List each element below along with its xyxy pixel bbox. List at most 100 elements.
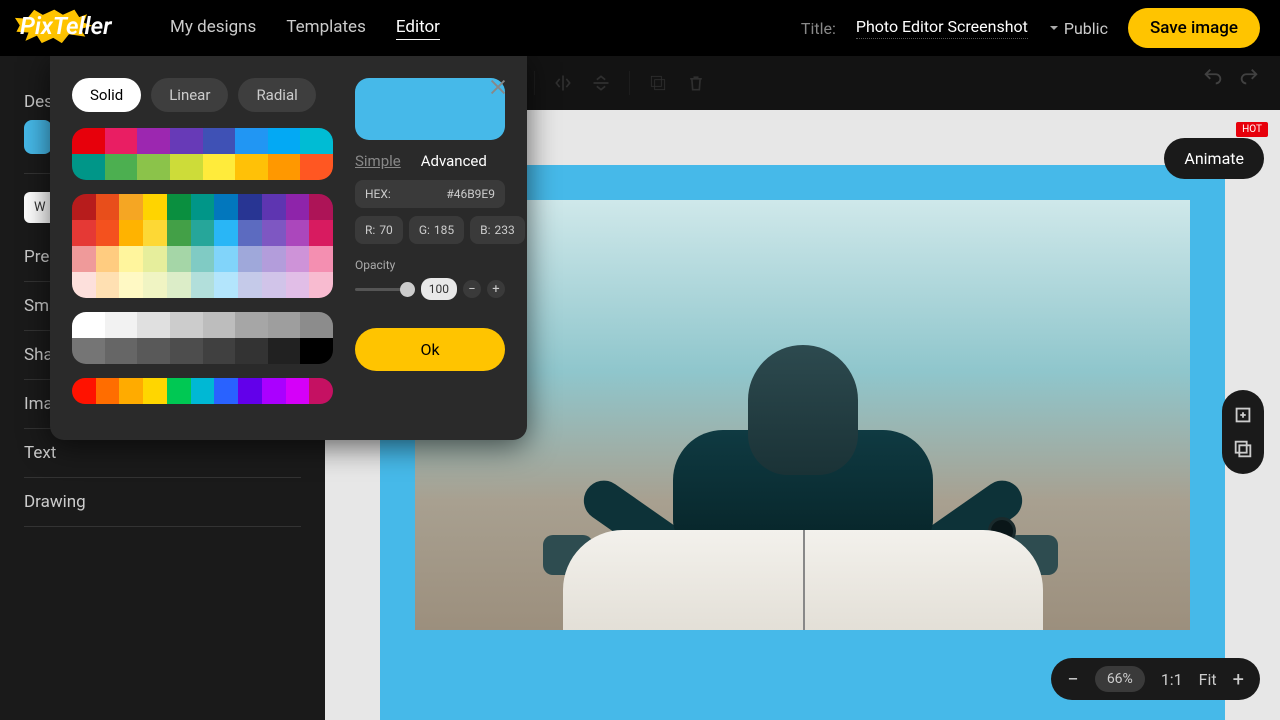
swatch[interactable] [143,378,167,404]
opacity-value[interactable]: 100 [421,278,457,300]
mode-solid[interactable]: Solid [72,78,141,112]
swatch[interactable] [214,378,238,404]
zoom-percent[interactable]: 66% [1095,666,1145,692]
swatch[interactable] [214,194,238,220]
swatch[interactable] [203,128,236,154]
tab-simple[interactable]: Simple [355,152,401,170]
swatch[interactable] [191,246,215,272]
swatch[interactable] [72,246,96,272]
swatch[interactable] [235,128,268,154]
swatch[interactable] [119,194,143,220]
redo-canvas-icon[interactable] [1238,66,1260,88]
swatch[interactable] [191,220,215,246]
swatch[interactable] [309,194,333,220]
swatch[interactable] [72,272,96,298]
swatch[interactable] [235,338,268,364]
hex-field[interactable]: HEX:#46B9E9 [355,180,505,208]
swatch[interactable] [262,378,286,404]
opacity-plus-button[interactable]: + [487,280,505,298]
swatch[interactable] [286,194,310,220]
swatch[interactable] [309,272,333,298]
flip-v-icon[interactable] [591,73,611,93]
trash-icon[interactable] [686,73,706,93]
animate-button[interactable]: Animate [1164,138,1264,179]
swatch[interactable] [119,378,143,404]
swatch[interactable] [203,338,236,364]
zoom-in-button[interactable]: + [1233,667,1244,691]
swatch[interactable] [170,128,203,154]
color-chip[interactable] [24,120,52,154]
mode-linear[interactable]: Linear [151,78,228,112]
swatch[interactable] [170,154,203,180]
swatch[interactable] [167,194,191,220]
close-button[interactable] [487,76,509,102]
duplicate-icon[interactable] [648,73,668,93]
swatch[interactable] [137,338,170,364]
swatch[interactable] [72,378,96,404]
swatch[interactable] [143,194,167,220]
swatch[interactable] [137,312,170,338]
nav-editor[interactable]: Editor [396,17,440,40]
swatch[interactable] [72,194,96,220]
g-field[interactable]: G:185 [409,216,464,244]
swatch[interactable] [105,338,138,364]
swatch[interactable] [238,378,262,404]
swatch[interactable] [72,312,105,338]
swatch[interactable] [238,246,262,272]
nav-templates[interactable]: Templates [286,17,366,40]
swatch[interactable] [235,312,268,338]
swatch[interactable] [167,272,191,298]
swatch[interactable] [72,220,96,246]
swatch[interactable] [309,378,333,404]
swatch[interactable] [137,154,170,180]
swatch[interactable] [105,312,138,338]
swatch[interactable] [96,272,120,298]
opacity-minus-button[interactable]: − [463,280,481,298]
swatch[interactable] [72,128,105,154]
swatch[interactable] [268,312,301,338]
mode-radial[interactable]: Radial [238,78,315,112]
swatch[interactable] [309,246,333,272]
swatch[interactable] [167,378,191,404]
swatch[interactable] [119,246,143,272]
swatch[interactable] [143,272,167,298]
swatch[interactable] [143,220,167,246]
swatch[interactable] [238,272,262,298]
swatch[interactable] [268,128,301,154]
swatch[interactable] [268,338,301,364]
swatch[interactable] [300,128,333,154]
swatch[interactable] [72,154,105,180]
logo[interactable]: PixTeller [20,10,140,46]
swatch[interactable] [119,220,143,246]
swatch[interactable] [235,154,268,180]
swatch[interactable] [191,272,215,298]
swatch[interactable] [119,272,143,298]
swatch[interactable] [214,220,238,246]
flip-h-icon[interactable] [553,73,573,93]
swatch[interactable] [96,194,120,220]
swatch[interactable] [262,194,286,220]
swatch[interactable] [238,220,262,246]
save-button[interactable]: Save image [1128,8,1260,48]
swatch[interactable] [300,154,333,180]
nav-my-designs[interactable]: My designs [170,17,256,40]
swatch[interactable] [96,220,120,246]
swatch[interactable] [238,194,262,220]
swatch[interactable] [286,378,310,404]
opacity-slider[interactable] [355,288,415,291]
swatch[interactable] [167,246,191,272]
swatch[interactable] [170,312,203,338]
swatch[interactable] [268,154,301,180]
swatch[interactable] [137,128,170,154]
swatch[interactable] [143,246,167,272]
swatch[interactable] [191,378,215,404]
swatch[interactable] [96,246,120,272]
swatch[interactable] [286,220,310,246]
swatch[interactable] [203,312,236,338]
zoom-fit[interactable]: Fit [1199,670,1217,689]
title-input[interactable]: Photo Editor Screenshot [856,17,1028,39]
photo-layer[interactable] [415,200,1190,630]
swatch[interactable] [105,154,138,180]
duplicate-page-icon[interactable] [1232,438,1254,460]
visibility-dropdown[interactable]: Public [1048,19,1108,38]
